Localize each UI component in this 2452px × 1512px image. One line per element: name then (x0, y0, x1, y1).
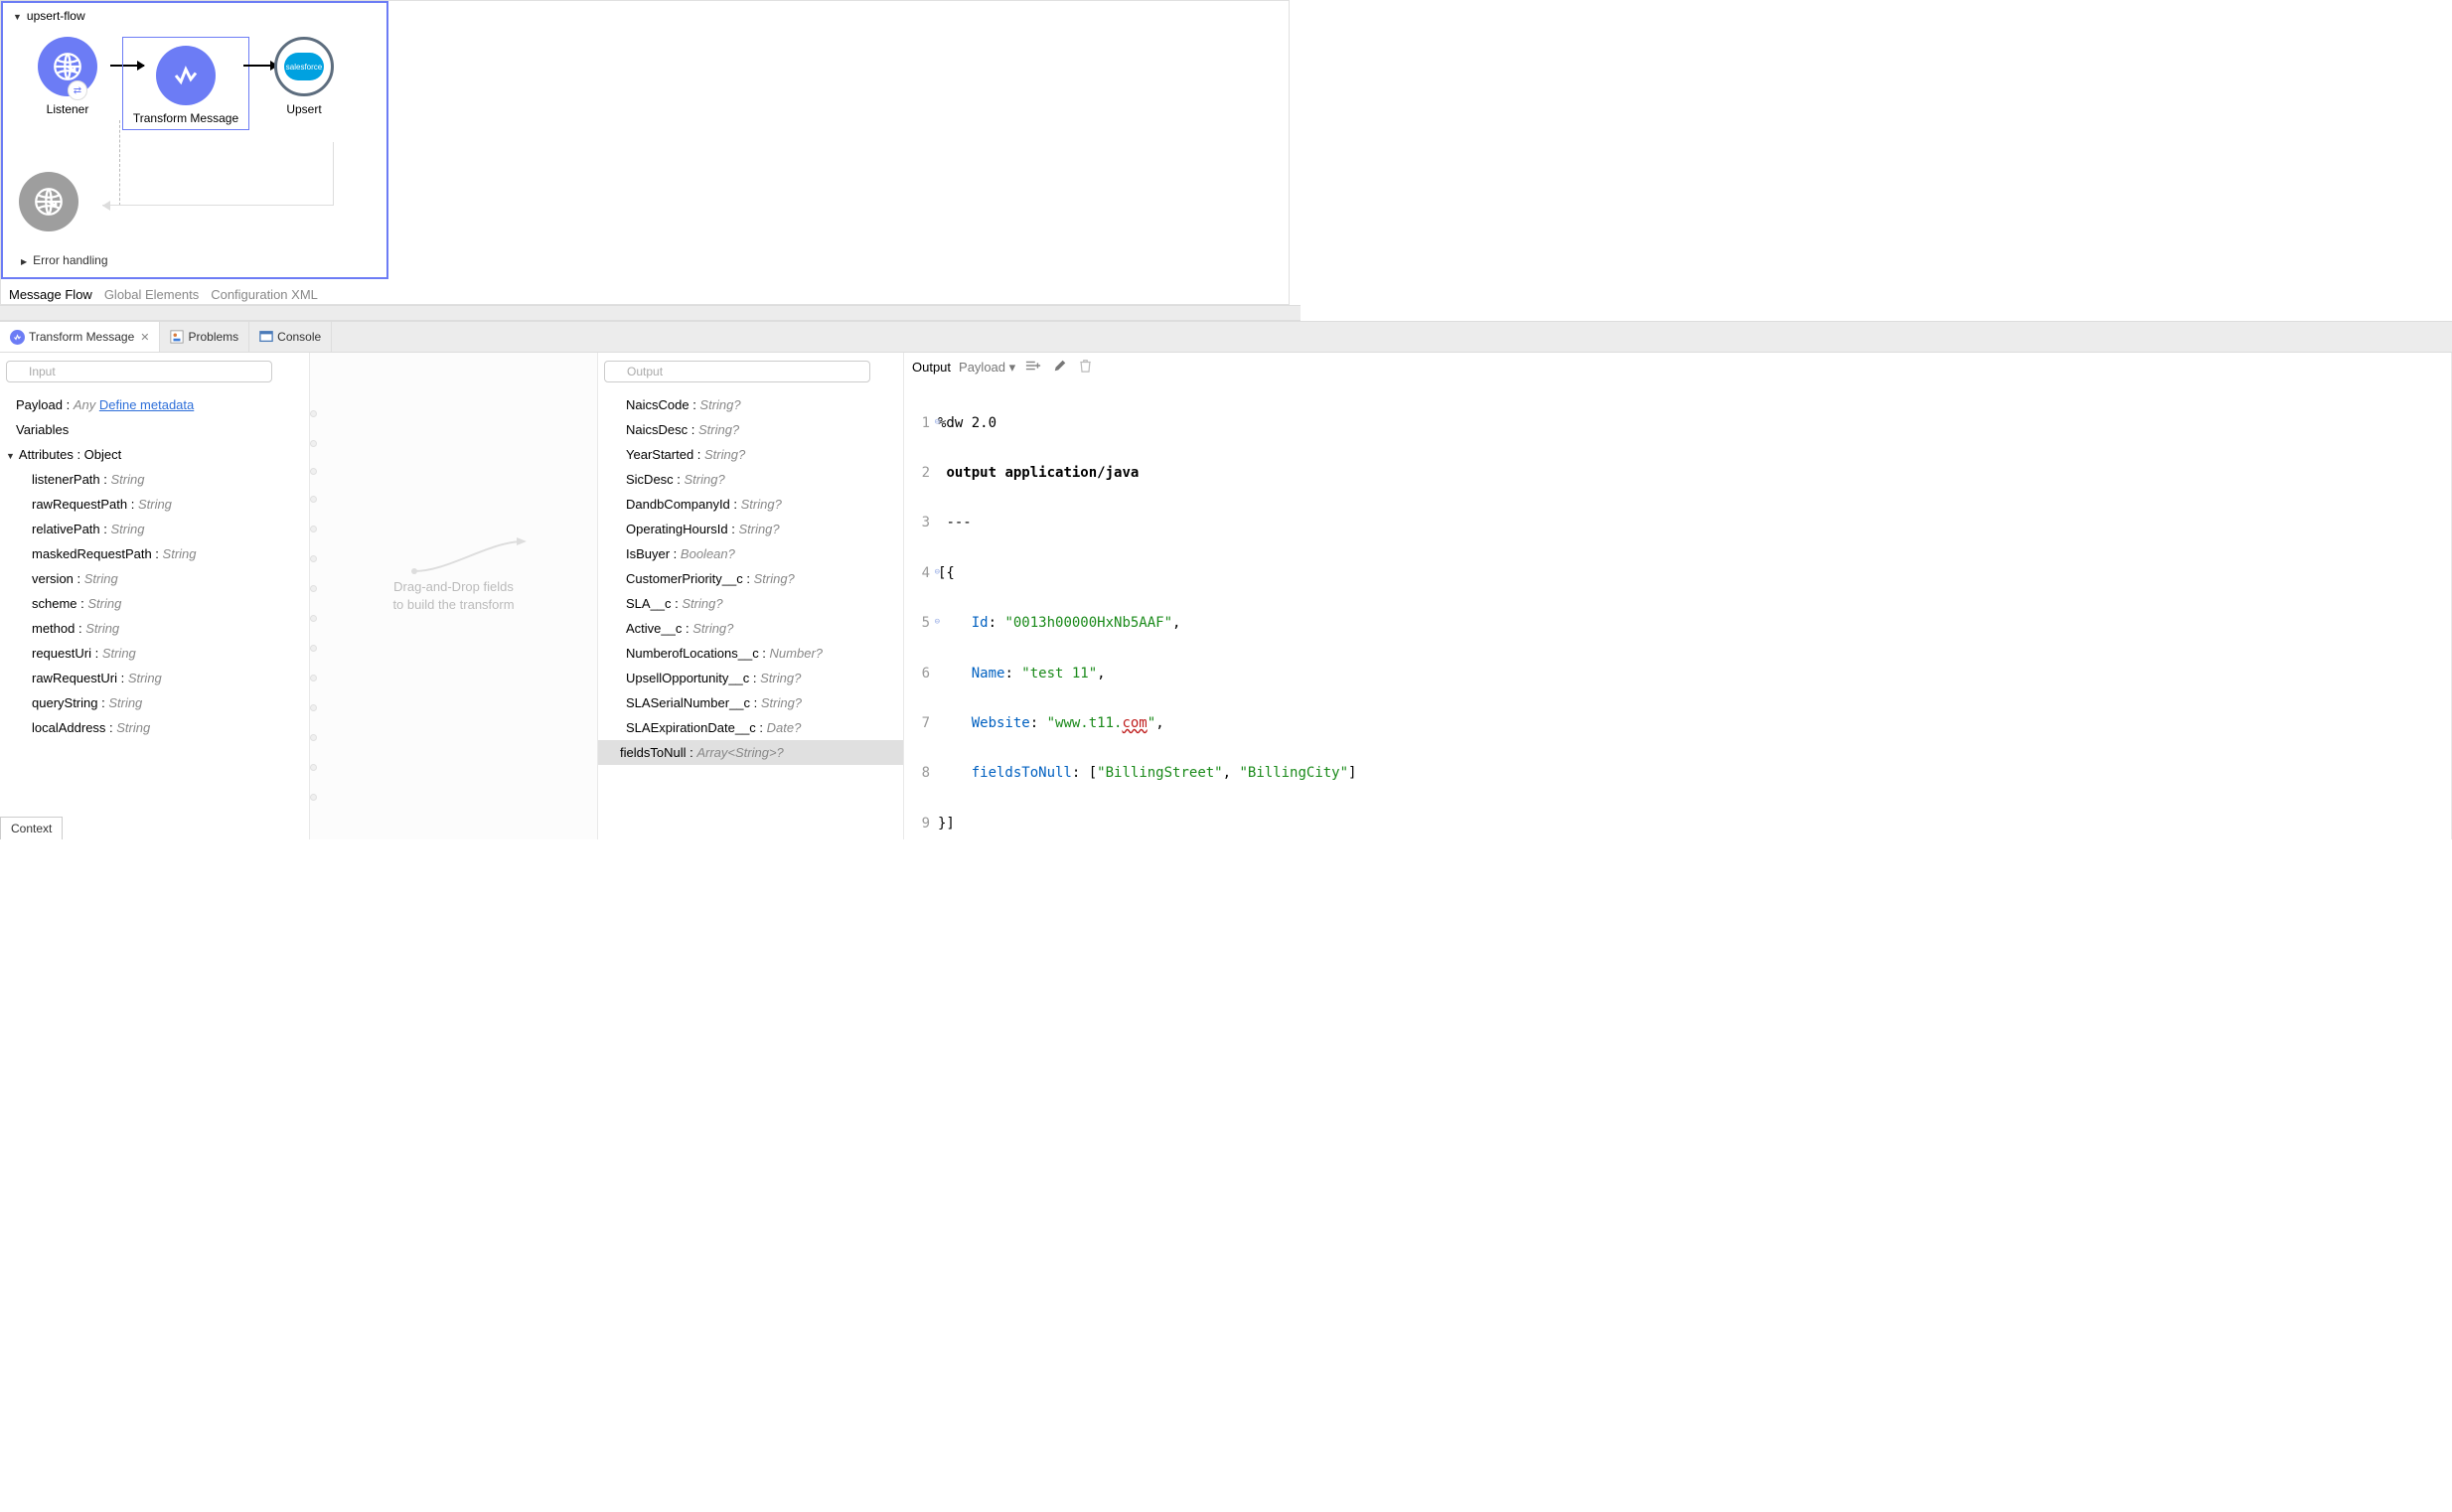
input-attr-row[interactable]: listenerPath : String (6, 467, 303, 492)
close-icon[interactable]: ✕ (140, 331, 149, 344)
context-tab[interactable]: Context (0, 817, 63, 839)
output-field-row[interactable]: NaicsCode : String? (604, 392, 897, 417)
console-icon (259, 330, 273, 344)
define-metadata-link[interactable]: Define metadata (99, 397, 194, 412)
input-attr-row[interactable]: rawRequestUri : String (6, 666, 303, 690)
nodes-row: ⇄ Listener Transform Message salesforce … (13, 27, 377, 130)
node-upsert[interactable]: salesforce Upsert (249, 37, 359, 116)
node-transform-label: Transform Message (133, 111, 238, 125)
problems-icon (170, 330, 184, 344)
map-curve-hint (409, 536, 529, 576)
separator (0, 305, 1301, 321)
payload-dropdown[interactable]: Payload ▾ (959, 360, 1015, 376)
code-editor[interactable]: 1⊖%dw 2.0 2 output application/java 3 --… (912, 381, 2443, 839)
flow-container[interactable]: upsert-flow ⇄ Listener Transform Message (1, 1, 388, 279)
flow-title[interactable]: upsert-flow (13, 9, 377, 27)
delete-icon[interactable] (1077, 359, 1094, 376)
input-column: 🔍 Payload : Any Define metadata Variable… (0, 353, 310, 839)
transform-icon (156, 46, 216, 105)
output-field-row[interactable]: NumberofLocations__c : Number? (604, 641, 897, 666)
output-field-row[interactable]: IsBuyer : Boolean? (604, 541, 897, 566)
panel-tab-console[interactable]: Console (249, 322, 332, 352)
panel-tab-label: Problems (188, 330, 238, 344)
add-target-icon[interactable] (1023, 359, 1043, 376)
return-connector-v (333, 142, 334, 206)
salesforce-icon: salesforce (274, 37, 334, 96)
output-field-highlighted[interactable]: fieldsToNull : Array<String>? (598, 740, 903, 765)
output-search[interactable] (604, 361, 870, 382)
tab-config-xml[interactable]: Configuration XML (211, 287, 318, 302)
input-attr-row[interactable]: scheme : String (6, 591, 303, 616)
panel-tab-problems[interactable]: Problems (160, 322, 249, 352)
fx-indicator: fx (310, 820, 591, 833)
input-attr-row[interactable]: method : String (6, 616, 303, 641)
map-left-handles (310, 361, 318, 832)
output-field-row[interactable]: YearStarted : String? (604, 442, 897, 467)
input-attr-row[interactable]: version : String (6, 566, 303, 591)
map-placeholder: Drag-and-Drop fields to build the transf… (392, 578, 514, 614)
code-column: Output Payload ▾ 1⊖%dw 2.0 2 output appl… (904, 353, 2452, 839)
exchange-badge-icon: ⇄ (68, 80, 87, 100)
output-field-row[interactable]: SLA__c : String? (604, 591, 897, 616)
output-field-row[interactable]: NaicsDesc : String? (604, 417, 897, 442)
output-field-row[interactable]: DandbCompanyId : String? (604, 492, 897, 517)
output-field-row[interactable]: OperatingHoursId : String? (604, 517, 897, 541)
output-column: 🔍 NaicsCode : String?NaicsDesc : String?… (598, 353, 904, 839)
code-header: Output Payload ▾ (912, 359, 2443, 381)
edit-icon[interactable] (1051, 359, 1069, 376)
output-field-row[interactable]: CustomerPriority__c : String? (604, 566, 897, 591)
bottom-panel: 🔍 Payload : Any Define metadata Variable… (0, 353, 2452, 839)
input-attr-row[interactable]: relativePath : String (6, 517, 303, 541)
tab-global-elements[interactable]: Global Elements (104, 287, 199, 302)
payload-row[interactable]: Payload : Any Define metadata (6, 392, 303, 417)
attributes-row[interactable]: Attributes : Object (6, 442, 303, 467)
panel-tabs-row: Transform Message ✕ Problems Console (0, 321, 2452, 353)
globe-listener-icon: ⇄ (38, 37, 97, 96)
tab-message-flow[interactable]: Message Flow (9, 287, 92, 302)
panel-tab-label: Transform Message (29, 330, 134, 344)
input-attr-row[interactable]: localAddress : String (6, 715, 303, 740)
input-attr-row[interactable]: maskedRequestPath : String (6, 541, 303, 566)
transform-icon (10, 330, 25, 345)
response-node[interactable] (19, 172, 78, 231)
input-attr-row[interactable]: rawRequestPath : String (6, 492, 303, 517)
panel-tab-transform-message[interactable]: Transform Message ✕ (0, 322, 160, 352)
output-field-row[interactable]: UpsellOpportunity__c : String? (604, 666, 897, 690)
dashed-connector (119, 120, 120, 206)
error-handling-section[interactable]: Error handling (7, 245, 118, 275)
input-attr-row[interactable]: requestUri : String (6, 641, 303, 666)
flow-canvas-area: upsert-flow ⇄ Listener Transform Message (0, 0, 1290, 305)
node-upsert-label: Upsert (286, 102, 321, 116)
output-field-row[interactable]: SLASerialNumber__c : String? (604, 690, 897, 715)
variables-row[interactable]: Variables (6, 417, 303, 442)
panel-tab-label: Console (277, 330, 321, 344)
node-listener-label: Listener (47, 102, 89, 116)
output-field-row[interactable]: SLAExpirationDate__c : Date? (604, 715, 897, 740)
return-arrow-icon (102, 201, 110, 211)
node-transform[interactable]: Transform Message (122, 37, 249, 130)
node-listener[interactable]: ⇄ Listener (13, 37, 122, 116)
globe-response-icon (19, 172, 78, 231)
output-field-row[interactable]: SicDesc : String? (604, 467, 897, 492)
return-connector (102, 205, 333, 206)
output-field-row[interactable]: Active__c : String? (604, 616, 897, 641)
output-label: Output (912, 360, 951, 375)
mapping-column[interactable]: Drag-and-Drop fields to build the transf… (310, 353, 598, 839)
input-search[interactable] (6, 361, 272, 382)
canvas-tabs: Message Flow Global Elements Configurati… (1, 279, 1289, 304)
input-attr-row[interactable]: queryString : String (6, 690, 303, 715)
